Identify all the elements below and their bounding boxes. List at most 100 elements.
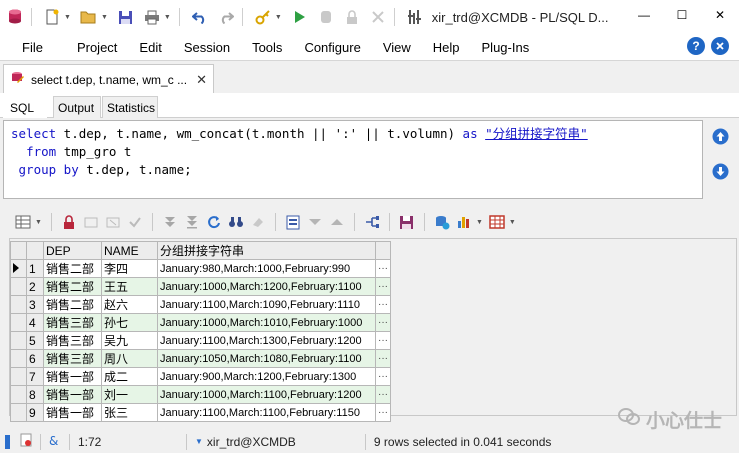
menu-configure[interactable]: Configure: [293, 40, 371, 55]
export-save-icon[interactable]: [396, 211, 418, 233]
cell-more-button[interactable]: ···: [375, 313, 391, 332]
cell-more-button[interactable]: ···: [375, 403, 391, 422]
cell-group-concat[interactable]: January:1000,March:1200,February:1100: [157, 277, 376, 296]
table-row[interactable]: 5 销售三部 吴九 January:1100,March:1300,Februa…: [10, 331, 391, 350]
cell-more-button[interactable]: ···: [375, 259, 391, 278]
cell-dep[interactable]: 销售一部: [43, 367, 102, 386]
cell-dep[interactable]: 销售二部: [43, 295, 102, 314]
cell-group-concat[interactable]: January:1100,March:1100,February:1150: [157, 403, 376, 422]
grid-layout-icon[interactable]: [486, 211, 508, 233]
cell-name[interactable]: 成二: [101, 367, 158, 386]
open-folder-icon[interactable]: [78, 6, 100, 28]
arrow-down-icon[interactable]: [712, 163, 729, 183]
break-icon[interactable]: [315, 6, 337, 28]
menu-project[interactable]: Project: [66, 40, 128, 55]
cell-group-concat[interactable]: January:1000,March:1100,February:1200: [157, 385, 376, 404]
cell-group-concat[interactable]: January:980,March:1000,February:990: [157, 259, 376, 278]
menu-help[interactable]: Help: [422, 40, 471, 55]
cell-group-concat[interactable]: January:1000,March:1010,February:1000: [157, 313, 376, 332]
print-dropdown-icon[interactable]: ▼: [164, 14, 171, 21]
cell-group-concat[interactable]: January:1100,March:1300,February:1200: [157, 331, 376, 350]
grid-layout-dropdown-icon[interactable]: ▼: [509, 219, 516, 226]
close-tab-icon[interactable]: ✕: [196, 72, 207, 88]
table-row[interactable]: 1 销售二部 李四 January:980,March:1000,Februar…: [10, 259, 391, 278]
cell-group-concat[interactable]: January:1100,March:1090,February:1110: [157, 295, 376, 314]
menu-edit[interactable]: Edit: [128, 40, 172, 55]
cell-group-concat[interactable]: January:1050,March:1080,February:1100: [157, 349, 376, 368]
undo-icon[interactable]: [189, 6, 211, 28]
query-by-example-icon[interactable]: [304, 211, 326, 233]
maximize-button[interactable]: ☐: [663, 0, 701, 30]
cell-more-button[interactable]: ···: [375, 331, 391, 350]
cell-group-concat[interactable]: January:900,March:1200,February:1300: [157, 367, 376, 386]
cell-more-button[interactable]: ···: [375, 277, 391, 296]
cell-dep[interactable]: 销售二部: [43, 277, 102, 296]
sql-editor[interactable]: select t.dep, t.name, wm_concat(t.month …: [3, 120, 703, 199]
cancel-icon[interactable]: [367, 6, 389, 28]
column-header-name[interactable]: NAME: [101, 241, 158, 260]
cell-dep[interactable]: 销售一部: [43, 385, 102, 404]
single-record-view-icon[interactable]: [282, 211, 304, 233]
fetch-next-icon[interactable]: [159, 211, 181, 233]
cell-name[interactable]: 王五: [101, 277, 158, 296]
menu-session[interactable]: Session: [173, 40, 241, 55]
connection-name[interactable]: xir_trd@XCMDB: [207, 435, 357, 449]
database-info-icon[interactable]: [431, 211, 453, 233]
cell-name[interactable]: 赵六: [101, 295, 158, 314]
grid-menu-icon[interactable]: [12, 211, 34, 233]
minimize-button[interactable]: —: [625, 0, 663, 30]
chart-icon[interactable]: [453, 211, 475, 233]
new-file-icon[interactable]: [41, 6, 63, 28]
menu-plugins[interactable]: Plug-Ins: [471, 40, 541, 55]
layout-icon[interactable]: [404, 6, 426, 28]
table-row[interactable]: 9 销售一部 张三 January:1100,March:1100,Februa…: [10, 403, 391, 422]
execute-icon[interactable]: [289, 6, 311, 28]
column-header-dep[interactable]: DEP: [43, 241, 102, 260]
grid-menu-dropdown-icon[interactable]: ▼: [35, 219, 42, 226]
link-icon[interactable]: [361, 211, 383, 233]
menu-tools[interactable]: Tools: [241, 40, 293, 55]
find-icon[interactable]: [225, 211, 247, 233]
key-icon[interactable]: [252, 6, 274, 28]
lock-icon[interactable]: [341, 6, 363, 28]
cell-name[interactable]: 吴九: [101, 331, 158, 350]
fetch-last-icon[interactable]: [181, 211, 203, 233]
table-row[interactable]: 2 销售二部 王五 January:1000,March:1200,Februa…: [10, 277, 391, 296]
refresh-icon[interactable]: [203, 211, 225, 233]
tab-sql[interactable]: SQL: [3, 96, 47, 118]
cell-dep[interactable]: 销售一部: [43, 403, 102, 422]
key-dropdown-icon[interactable]: ▼: [275, 14, 282, 21]
cell-dep[interactable]: 销售三部: [43, 331, 102, 350]
cell-more-button[interactable]: ···: [375, 385, 391, 404]
menu-file[interactable]: File: [0, 40, 66, 55]
post-changes-icon[interactable]: [124, 211, 146, 233]
redo-icon[interactable]: [215, 6, 237, 28]
cell-name[interactable]: 李四: [101, 259, 158, 278]
table-row[interactable]: 3 销售二部 赵六 January:1100,March:1090,Februa…: [10, 295, 391, 314]
close-button[interactable]: ✕: [701, 0, 739, 30]
new-dropdown-icon[interactable]: ▼: [64, 14, 71, 21]
print-icon[interactable]: [141, 6, 163, 28]
save-icon[interactable]: [115, 6, 137, 28]
cell-dep[interactable]: 销售三部: [43, 313, 102, 332]
delete-record-icon[interactable]: [102, 211, 124, 233]
cell-more-button[interactable]: ···: [375, 349, 391, 368]
table-row[interactable]: 4 销售三部 孙七 January:1000,March:1010,Februa…: [10, 313, 391, 332]
table-row[interactable]: 8 销售一部 刘一 January:1000,March:1100,Februa…: [10, 385, 391, 404]
tab-output[interactable]: Output: [53, 96, 101, 118]
cell-more-button[interactable]: ···: [375, 367, 391, 386]
chart-dropdown-icon[interactable]: ▼: [476, 219, 483, 226]
document-tab[interactable]: select t.dep, t.name, wm_c ... ✕: [3, 64, 214, 94]
info-icon[interactable]: [711, 37, 729, 55]
lock-record-icon[interactable]: [58, 211, 80, 233]
arrow-up-icon[interactable]: [712, 128, 729, 148]
tab-statistics[interactable]: Statistics: [102, 96, 158, 118]
cell-name[interactable]: 周八: [101, 349, 158, 368]
clear-icon[interactable]: [247, 211, 269, 233]
menu-view[interactable]: View: [372, 40, 422, 55]
cell-dep[interactable]: 销售二部: [43, 259, 102, 278]
cell-dep[interactable]: 销售三部: [43, 349, 102, 368]
sort-icon[interactable]: [326, 211, 348, 233]
connection-dropdown-icon[interactable]: ▼: [195, 437, 203, 446]
cell-name[interactable]: 刘一: [101, 385, 158, 404]
